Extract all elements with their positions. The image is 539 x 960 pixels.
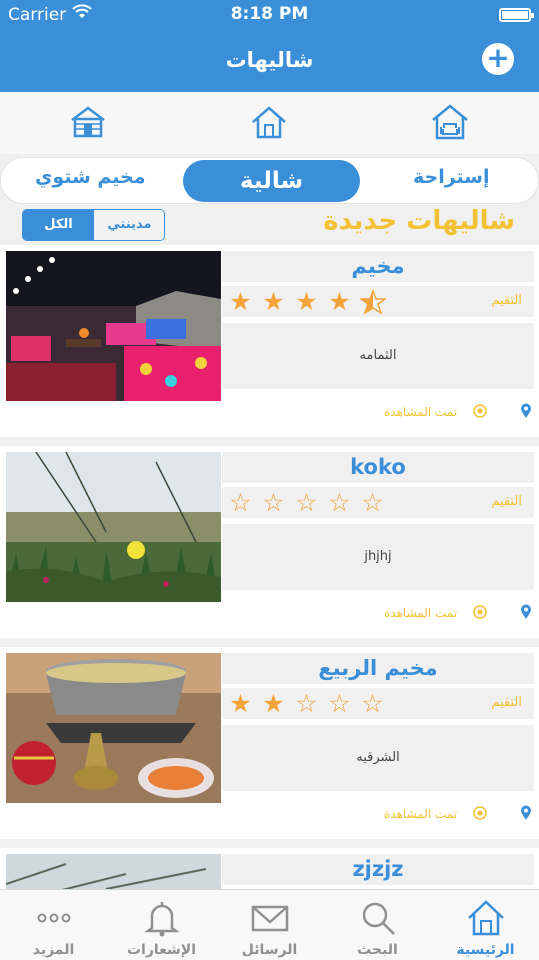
cabin-icon[interactable]	[68, 102, 108, 142]
listing-photo	[6, 854, 221, 889]
viewed-label: تمت المشاهدة	[384, 606, 458, 620]
listing-description: jhjhj	[222, 524, 534, 590]
listing-name: مخيم	[222, 251, 534, 282]
star-empty-icon: ☆	[229, 488, 252, 517]
listing-name: koko	[222, 452, 534, 483]
category-segmented-control: مخيم شتوي شالية إستراحة	[0, 157, 539, 204]
plus-icon: +	[486, 41, 510, 74]
tab-search[interactable]: البحث	[324, 890, 431, 960]
star-empty-icon: ☆	[361, 689, 384, 718]
search-icon	[362, 902, 395, 935]
star-empty-icon: ☆	[295, 488, 318, 517]
tab-chalet[interactable]: شالية	[183, 160, 360, 202]
add-button[interactable]: +	[482, 43, 514, 75]
rating-row: ☆ ☆ ☆ ☆ ☆ التقيم	[222, 487, 534, 518]
eye-icon	[473, 806, 487, 820]
battery-icon	[499, 8, 534, 22]
star-empty-icon: ☆	[262, 488, 285, 517]
rating-stars: ★ ★ ★ ★	[224, 286, 389, 317]
rating-label: التقيم	[491, 494, 522, 509]
tab-notifications[interactable]: الإشعارات	[108, 890, 215, 960]
star-filled-icon: ★	[229, 689, 252, 718]
star-filled-icon: ★	[262, 689, 285, 718]
rest-house-icon[interactable]	[430, 102, 470, 142]
nav-bar: شاليهات +	[0, 30, 539, 92]
listing-name: مخيم الربيع	[222, 653, 534, 684]
filter-all-button[interactable]: الكل	[23, 210, 94, 240]
status-time: 8:18 PM	[230, 4, 309, 24]
location-pin-icon	[521, 403, 531, 418]
city-filter-toggle: الكل مدينتي	[22, 209, 165, 241]
tab-notifications-label: الإشعارات	[126, 942, 197, 958]
envelope-icon	[251, 905, 289, 932]
eye-icon	[473, 605, 487, 619]
rating-row: ★ ★ ★ ★ التقيم	[222, 286, 534, 317]
rating-label: التقيم	[491, 695, 522, 710]
viewed-label: تمت المشاهدة	[384, 807, 458, 821]
tab-home-label: الرئيسية	[456, 942, 515, 958]
tab-winter-camp[interactable]: مخيم شتوي	[35, 166, 146, 188]
house-icon[interactable]	[249, 102, 289, 142]
rating-stars: ☆ ☆ ☆ ☆ ☆	[224, 487, 389, 518]
star-empty-icon: ☆	[328, 488, 351, 517]
tab-rest-house[interactable]: إستراحة	[413, 166, 490, 188]
star-empty-icon: ☆	[328, 689, 351, 718]
property-type-bar	[0, 92, 539, 154]
listing-card[interactable]: koko ☆ ☆ ☆ ☆ ☆ التقيم jhjhj تمت المشاهدة	[0, 446, 539, 638]
status-bar: Carrier 8:18 PM	[0, 0, 539, 30]
more-dots-icon	[37, 913, 71, 923]
rating-stars: ★ ★ ☆ ☆ ☆	[224, 688, 389, 719]
listing-name: zjzjz	[222, 854, 534, 885]
star-filled-icon: ★	[328, 287, 351, 316]
tab-search-label: البحث	[357, 942, 398, 958]
star-empty-icon: ☆	[361, 488, 384, 517]
listing-card[interactable]: zjzjz	[0, 848, 539, 889]
section-title: شاليهات جديدة	[323, 206, 515, 236]
star-half-icon	[356, 286, 389, 317]
location-pin-icon	[521, 805, 531, 820]
filter-my-city-button[interactable]: مدينتي	[94, 210, 164, 240]
tab-bar: الرئيسية البحث الرسائل الإشعارات المزيد	[0, 889, 539, 960]
rating-label: التقيم	[491, 293, 522, 308]
home-icon	[468, 900, 504, 936]
listing-card[interactable]: مخيم ★ ★ ★ ★ التقيم الثمامه تمت المشاهدة	[0, 245, 539, 437]
listing-photo	[6, 251, 221, 401]
star-empty-icon: ☆	[295, 689, 318, 718]
location-pin-icon	[521, 604, 531, 619]
star-filled-icon: ★	[262, 287, 285, 316]
tab-messages-label: الرسائل	[241, 942, 298, 958]
tab-more[interactable]: المزيد	[0, 890, 107, 960]
tab-home[interactable]: الرئيسية	[432, 890, 539, 960]
listing-photo	[6, 653, 221, 803]
page-title: شاليهات	[225, 48, 314, 72]
eye-icon	[473, 404, 487, 418]
listing-description: الثمامه	[222, 323, 534, 389]
tab-messages[interactable]: الرسائل	[216, 890, 323, 960]
viewed-label: تمت المشاهدة	[384, 405, 458, 419]
listing-description: الشرقيه	[222, 725, 534, 791]
listing-card[interactable]: مخيم الربيع ★ ★ ☆ ☆ ☆ التقيم الشرقيه تمت الم…	[0, 647, 539, 839]
star-filled-icon: ★	[229, 287, 252, 316]
tab-more-label: المزيد	[32, 942, 75, 958]
listing-photo	[6, 452, 221, 602]
bell-icon	[144, 902, 180, 937]
star-filled-icon: ★	[295, 287, 318, 316]
rating-row: ★ ★ ☆ ☆ ☆ التقيم	[222, 688, 534, 719]
